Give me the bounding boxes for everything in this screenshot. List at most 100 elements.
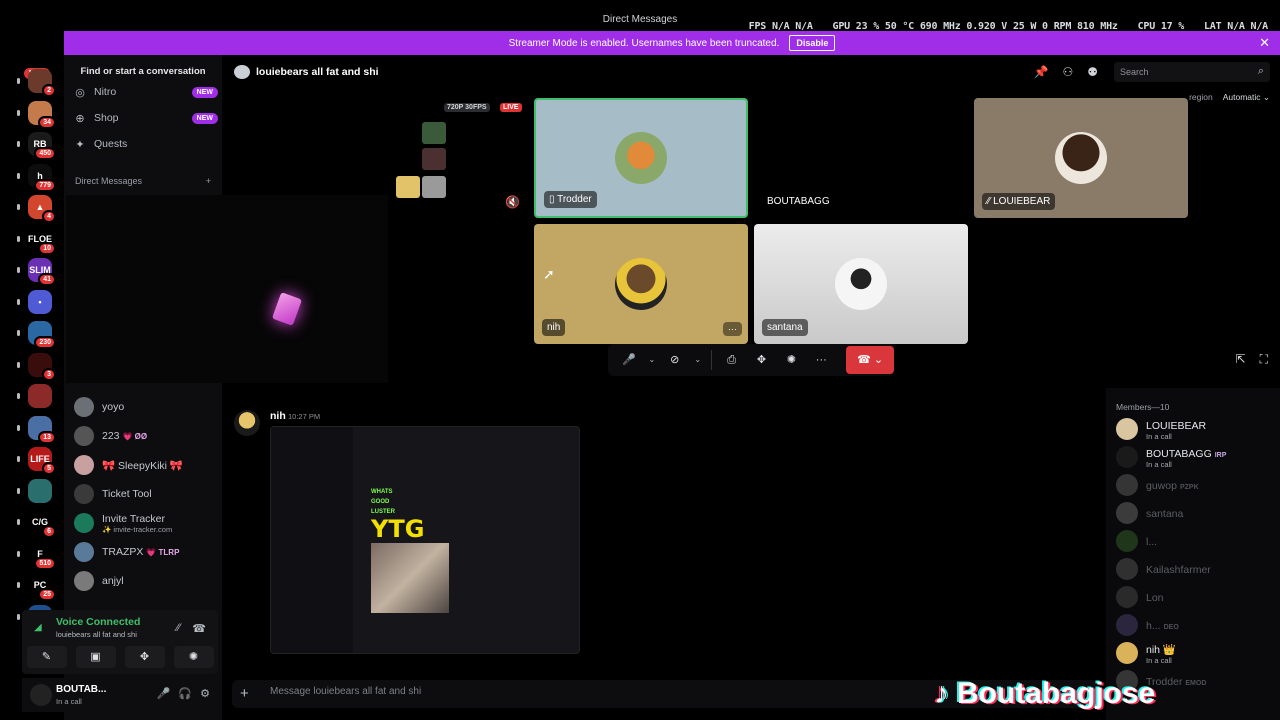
stream-thumbnail: [422, 176, 446, 198]
voice-channel[interactable]: louiebears all fat and shi: [56, 630, 137, 639]
server-icon[interactable]: LIFE 5: [28, 447, 56, 475]
members-icon[interactable]: ⚉: [1087, 65, 1098, 79]
server-icon[interactable]: [28, 478, 52, 503]
signal-icon[interactable]: ◢: [34, 622, 42, 633]
nitro-icon: ◎: [75, 86, 85, 99]
screen-share-button[interactable]: ▣: [75, 646, 116, 668]
avatar: [835, 258, 887, 310]
server-icon[interactable]: SLIM 41: [28, 258, 56, 286]
member-item[interactable]: l...: [1116, 528, 1276, 554]
camera-off-button[interactable]: ✎: [26, 646, 67, 668]
member-tag: IRP: [1214, 451, 1227, 459]
server-icon[interactable]: RB 450: [28, 132, 56, 160]
soundboard-button[interactable]: ✺: [173, 646, 214, 668]
member-item[interactable]: santana: [1116, 500, 1276, 526]
unread-indicator: [17, 141, 20, 147]
dm-name: Ticket Tool: [102, 488, 152, 500]
server-icon[interactable]: ▲ 4: [28, 195, 56, 223]
more-icon[interactable]: ···: [808, 348, 834, 372]
microphone-icon[interactable]: 🎤: [616, 348, 642, 372]
avatar: [74, 513, 94, 533]
camera-off-icon[interactable]: ⊘: [662, 348, 688, 372]
participant-tile-nih[interactable]: nih ···: [534, 224, 748, 344]
nav-shop[interactable]: ⊕ Shop NEW: [74, 108, 218, 128]
add-dm-icon[interactable]: +: [206, 176, 211, 186]
avatar[interactable]: [30, 684, 52, 706]
dm-name: 223: [102, 430, 120, 442]
activities-button[interactable]: ✥: [124, 646, 165, 668]
screen-share-icon[interactable]: ⎙: [719, 348, 745, 372]
server-icon[interactable]: [28, 384, 52, 408]
server-icon[interactable]: ▪: [28, 289, 52, 314]
nav-quests[interactable]: ✦ Quests: [74, 134, 218, 154]
participant-tile-santana[interactable]: santana: [754, 224, 968, 344]
member-item[interactable]: guwop PZPK: [1116, 472, 1276, 498]
popout-icon[interactable]: ⇱: [1236, 352, 1246, 367]
soundboard-icon[interactable]: ✺: [778, 348, 804, 372]
search-input[interactable]: Search ⌕: [1114, 62, 1270, 82]
participant-tile-trodder[interactable]: ▯ Trodder: [534, 98, 748, 218]
close-banner-icon[interactable]: ✕: [1259, 35, 1270, 51]
region-selector[interactable]: region Automatic ⌄: [1189, 92, 1270, 103]
disconnect-icon[interactable]: ☎: [192, 622, 206, 635]
user-name[interactable]: BOUTAB...: [56, 684, 106, 695]
dm-item[interactable]: TRAZPX 💗 TLRP: [74, 540, 218, 564]
speaker-muted-icon[interactable]: 🔇: [505, 195, 520, 209]
dm-item[interactable]: Ticket Tool: [74, 482, 218, 506]
region-value[interactable]: Automatic ⌄: [1223, 92, 1270, 103]
chevron-down-icon[interactable]: ⌄: [692, 348, 704, 372]
dm-item[interactable]: yoyo: [74, 395, 218, 419]
microphone-icon[interactable]: 🎤: [157, 687, 171, 700]
attachment-title: YTG: [371, 515, 425, 543]
server-icon[interactable]: h 779: [28, 163, 56, 192]
participant-tile-boutabagg[interactable]: BOUTABAGG: [754, 98, 968, 218]
server-icon[interactable]: C/G 6: [28, 510, 56, 538]
member-item[interactable]: Lon: [1116, 584, 1276, 610]
participant-tile-louiebear[interactable]: ⁄⁄ LOUIEBEAR: [974, 98, 1188, 218]
member-name: nih 👑: [1146, 643, 1177, 656]
server-icon[interactable]: 13: [28, 415, 56, 444]
member-item[interactable]: nih 👑 In a call: [1116, 640, 1276, 666]
hang-up-button[interactable]: ☎ ⌄: [846, 346, 895, 374]
avatar[interactable]: [234, 410, 260, 436]
member-item[interactable]: LOUIEBEAR In a call: [1116, 416, 1276, 442]
nav-label: Nitro: [94, 86, 117, 98]
server-icon[interactable]: 3: [28, 352, 56, 381]
noise-suppression-icon[interactable]: ⁄⁄: [177, 622, 181, 635]
dm-item[interactable]: Invite Tracker ✨ invite-tracker.com: [74, 511, 218, 535]
member-item[interactable]: BOUTABAGG IRP In a call: [1116, 444, 1276, 470]
shop-icon: ⊕: [75, 112, 85, 125]
dm-item[interactable]: 223 💗 ØØ: [74, 424, 218, 448]
activities-icon[interactable]: ✥: [749, 348, 775, 372]
nav-nitro[interactable]: ◎ Nitro NEW: [74, 82, 218, 102]
participant-name: BOUTABAGG: [767, 196, 830, 207]
dm-item[interactable]: anjyl: [74, 569, 218, 593]
disable-streamer-mode-button[interactable]: Disable: [789, 35, 836, 51]
more-options-icon[interactable]: ···: [723, 322, 742, 336]
server-icon[interactable]: F 510: [28, 541, 56, 570]
image-attachment[interactable]: WHATS GOOD LUSTER YTG: [270, 426, 580, 654]
message-author[interactable]: nih: [270, 410, 286, 422]
find-conversation-button[interactable]: Find or start a conversation: [70, 63, 216, 81]
message-input[interactable]: [270, 686, 870, 697]
member-list: Members—10 LOUIEBEAR In a call BOUTABAGG IR…: [1106, 388, 1280, 720]
member-item[interactable]: h... DEO: [1116, 612, 1276, 638]
pin-icon[interactable]: 📌: [1034, 65, 1049, 79]
headphones-icon[interactable]: 🎧: [178, 687, 192, 700]
server-icon[interactable]: 2: [28, 69, 56, 97]
chevron-down-icon[interactable]: ⌄: [646, 348, 658, 372]
members-header: Members—10: [1116, 402, 1170, 412]
dm-item[interactable]: 🎀 SleepyKiki 🎀: [74, 453, 218, 477]
server-icon[interactable]: 230: [28, 321, 56, 349]
add-attachment-icon[interactable]: +: [240, 685, 249, 702]
member-item[interactable]: Kailashfarmer: [1116, 556, 1276, 582]
stream-preview[interactable]: 720P 30FPS LIVE: [392, 100, 526, 230]
add-member-icon[interactable]: ⚇: [1062, 65, 1073, 79]
server-icon[interactable]: 34: [28, 100, 56, 129]
stream-thumbnail: [422, 148, 446, 170]
gear-icon[interactable]: ⚙: [200, 687, 210, 700]
server-icon[interactable]: PC 25: [28, 573, 56, 601]
fullscreen-icon[interactable]: ⛶: [1260, 352, 1268, 367]
member-tag: PZPK: [1179, 484, 1199, 491]
server-icon[interactable]: FLOE 10: [28, 226, 56, 255]
